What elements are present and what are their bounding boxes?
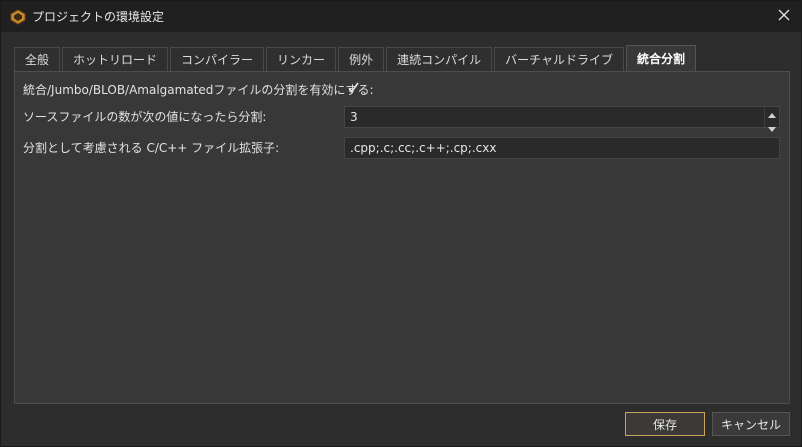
spin-arrows bbox=[764, 107, 779, 132]
enable-split-label: 統合/Jumbo/BLOB/Amalgamatedファイルの分割を有効にする: bbox=[23, 82, 374, 97]
tab-hot-reload[interactable]: ホットリロード bbox=[62, 47, 169, 71]
enable-split-checkbox[interactable] bbox=[345, 81, 361, 97]
threshold-value[interactable]: 3 bbox=[345, 110, 764, 124]
threshold-spinbox[interactable]: 3 bbox=[344, 106, 780, 132]
spin-down-button[interactable] bbox=[765, 121, 779, 135]
cancel-button[interactable]: キャンセル bbox=[712, 412, 790, 436]
title-bar[interactable]: プロジェクトの環境設定 bbox=[1, 1, 801, 32]
settings-panel: 統合/Jumbo/BLOB/Amalgamatedファイルの分割を有効にする: … bbox=[14, 71, 790, 404]
save-button[interactable]: 保存 bbox=[625, 412, 705, 436]
tab-exceptions[interactable]: 例外 bbox=[338, 47, 385, 71]
extensions-input[interactable]: .cpp;.c;.cc;.c++;.cp;.cxx bbox=[344, 137, 780, 159]
setting-row-extensions: 分割として考慮される C/C++ ファイル拡張子: .cpp;.c;.cc;.c… bbox=[15, 136, 789, 159]
tab-compiler[interactable]: コンパイラー bbox=[170, 47, 265, 71]
spin-up-button[interactable] bbox=[765, 107, 779, 121]
close-icon bbox=[778, 9, 790, 24]
close-button[interactable] bbox=[767, 1, 801, 32]
extensions-label: 分割として考慮される C/C++ ファイル拡張子: bbox=[23, 140, 280, 155]
preferences-dialog: プロジェクトの環境設定 全般 ホットリロード コンパイラー リンカー 例外 連続… bbox=[0, 0, 802, 447]
app-logo-icon bbox=[10, 8, 26, 25]
setting-row-enable-split: 統合/Jumbo/BLOB/Amalgamatedファイルの分割を有効にする: bbox=[15, 78, 789, 100]
setting-row-threshold: ソースファイルの数が次の値になったら分割: 3 bbox=[15, 105, 789, 132]
tab-linker[interactable]: リンカー bbox=[266, 47, 337, 71]
tab-unity-splitting[interactable]: 統合分割 bbox=[625, 45, 696, 71]
tab-bar: 全般 ホットリロード コンパイラー リンカー 例外 連続コンパイル バーチャルド… bbox=[14, 45, 698, 71]
chevron-up-icon bbox=[768, 107, 776, 121]
tab-general[interactable]: 全般 bbox=[14, 47, 61, 71]
tab-virtual-drive[interactable]: バーチャルドライブ bbox=[494, 47, 624, 71]
threshold-label: ソースファイルの数が次の値になったら分割: bbox=[23, 109, 267, 124]
checkmark-icon bbox=[347, 81, 360, 97]
tab-continuous-compilation[interactable]: 連続コンパイル bbox=[386, 47, 493, 71]
chevron-down-icon bbox=[768, 121, 776, 135]
window-title: プロジェクトの環境設定 bbox=[32, 10, 165, 24]
